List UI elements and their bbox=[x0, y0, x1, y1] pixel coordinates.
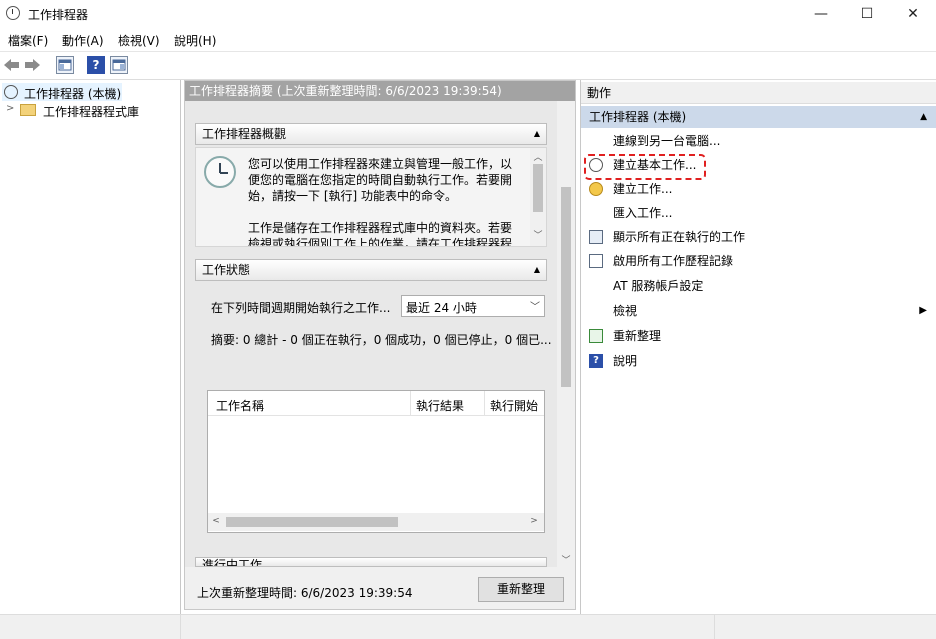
tree-item-task-scheduler-local[interactable]: 工作排程器 (本機) bbox=[2, 83, 122, 101]
menu-view[interactable]: 檢視(V) bbox=[118, 32, 160, 49]
menu-help[interactable]: 說明(H) bbox=[174, 32, 216, 49]
help-icon: ? bbox=[589, 354, 603, 368]
action-display-running-tasks[interactable]: 顯示所有正在執行的工作 bbox=[581, 225, 936, 249]
task-status-table: 工作名稱 執行結果 執行開始 < > bbox=[207, 390, 545, 533]
status-summary: 摘要: 0 總計 - 0 個正在執行，0 個成功，0 個已停止，0 個已... bbox=[211, 333, 552, 347]
table-header: 工作名稱 執行結果 執行開始 bbox=[208, 391, 544, 416]
refresh-button[interactable]: 重新整理 bbox=[478, 577, 564, 602]
overview-scrollbar[interactable]: ︿ ﹀ bbox=[530, 148, 546, 246]
action-view-menu[interactable]: 檢視 ▶ bbox=[581, 299, 936, 323]
overview-line: 始，請按一下 [執行] 功能表中的命令。 bbox=[248, 189, 457, 203]
period-select-value: 最近 24 小時 bbox=[406, 301, 477, 315]
summary-scroll-thumb[interactable] bbox=[561, 187, 571, 387]
status-bar bbox=[0, 614, 936, 639]
column-header-result[interactable]: 執行結果 bbox=[416, 397, 464, 414]
menu-action[interactable]: 動作(A) bbox=[62, 32, 104, 49]
overview-title: 工作排程器概觀 bbox=[202, 127, 287, 141]
summary-footer: 上次重新整理時間: 6/6/2023 19:39:54 重新整理 bbox=[185, 567, 575, 609]
action-at-service-account[interactable]: AT 服務帳戶設定 bbox=[581, 274, 936, 298]
new-task-icon bbox=[589, 182, 603, 196]
actions-group-header[interactable]: 工作排程器 (本機) ▲ bbox=[581, 106, 936, 128]
scroll-right-icon[interactable]: > bbox=[528, 516, 540, 526]
overview-line: 檢視或執行個別工作上的作業，請在工作排程器程 bbox=[248, 237, 513, 247]
status-section-header[interactable]: 工作狀態 ▲ bbox=[195, 259, 547, 281]
running-title: 進行中工作 bbox=[202, 558, 263, 567]
maximize-button[interactable]: ☐ bbox=[844, 0, 890, 28]
action-help[interactable]: ? 說明 bbox=[581, 349, 936, 373]
actions-header: 動作 bbox=[581, 82, 936, 104]
action-import-task[interactable]: 匯入工作... bbox=[581, 201, 936, 225]
action-label: 啟用所有工作歷程記錄 bbox=[613, 254, 734, 268]
period-label: 在下列時間週期開始執行之工作... bbox=[211, 301, 391, 315]
hscroll-thumb[interactable] bbox=[226, 517, 398, 527]
scroll-down-icon[interactable]: ﹀ bbox=[530, 228, 546, 241]
action-label: 匯入工作... bbox=[613, 206, 673, 220]
action-label: 說明 bbox=[613, 354, 638, 368]
close-button[interactable]: ✕ bbox=[890, 0, 936, 28]
summary-pane: 工作排程器摘要 (上次重新整理時間: 6/6/2023 19:39:54) 工作… bbox=[184, 80, 576, 610]
period-select[interactable]: 最近 24 小時 ﹀ bbox=[401, 295, 545, 317]
action-enable-history[interactable]: 啟用所有工作歷程記錄 bbox=[581, 249, 936, 273]
scroll-down-icon[interactable]: ﹀ bbox=[557, 553, 575, 566]
status-title: 工作狀態 bbox=[202, 263, 251, 277]
tree-item-task-library[interactable]: > 工作排程器程式庫 bbox=[6, 102, 176, 120]
action-label: 建立工作... bbox=[613, 182, 673, 196]
menu-bar: 檔案(F) 動作(A) 檢視(V) 說明(H) bbox=[0, 28, 936, 50]
folder-icon bbox=[20, 104, 36, 116]
tree-root-label: 工作排程器 (本機) bbox=[24, 87, 122, 101]
running-section-header[interactable]: 進行中工作 bbox=[195, 557, 547, 567]
scroll-up-icon[interactable]: ︿ bbox=[530, 150, 546, 163]
chevron-down-icon[interactable]: ﹀ bbox=[530, 298, 540, 313]
collapse-caret-icon[interactable]: ▲ bbox=[534, 124, 540, 144]
table-hscrollbar[interactable]: < > bbox=[208, 513, 544, 531]
title-bar: 工作排程器 — ☐ ✕ bbox=[0, 0, 936, 28]
console-tree: 工作排程器 (本機) > 工作排程器程式庫 bbox=[0, 80, 181, 638]
collapse-caret-icon[interactable]: ▲ bbox=[534, 260, 540, 280]
task-scheduler-app-icon bbox=[6, 6, 20, 20]
actions-group-label: 工作排程器 (本機) bbox=[589, 110, 687, 124]
action-label: 重新整理 bbox=[613, 329, 662, 343]
history-icon bbox=[589, 254, 603, 268]
forward-arrow-icon[interactable] bbox=[24, 57, 41, 73]
window-title: 工作排程器 bbox=[28, 8, 89, 22]
column-header-task-name[interactable]: 工作名稱 bbox=[216, 397, 264, 414]
action-refresh[interactable]: 重新整理 bbox=[581, 324, 936, 348]
chevron-right-icon[interactable]: > bbox=[6, 103, 14, 114]
overview-line: 您可以使用工作排程器來建立與管理一般工作，以 bbox=[248, 157, 513, 171]
submenu-arrow-icon: ▶ bbox=[919, 305, 927, 316]
overview-panel: 您可以使用工作排程器來建立與管理一般工作，以 便您的電腦在您指定的時間自動執行工… bbox=[195, 147, 547, 247]
last-refresh-label: 上次重新整理時間: 6/6/2023 19:39:54 bbox=[197, 586, 413, 600]
action-connect-computer[interactable]: 連線到另一台電腦... bbox=[581, 129, 936, 153]
help-icon[interactable]: ? bbox=[87, 56, 105, 74]
action-label: AT 服務帳戶設定 bbox=[613, 279, 704, 293]
column-header-start[interactable]: 執行開始 bbox=[490, 397, 538, 414]
menu-file[interactable]: 檔案(F) bbox=[8, 32, 48, 49]
clock-large-icon bbox=[204, 156, 236, 188]
summary-header: 工作排程器摘要 (上次重新整理時間: 6/6/2023 19:39:54) bbox=[185, 81, 575, 101]
highlight-annotation bbox=[584, 154, 706, 180]
scroll-thumb[interactable] bbox=[533, 164, 543, 212]
show-hide-action-pane-icon[interactable] bbox=[110, 56, 128, 74]
clock-icon bbox=[4, 85, 18, 99]
summary-scrollbar[interactable]: ﹀ bbox=[557, 101, 575, 567]
scroll-left-icon[interactable]: < bbox=[210, 516, 222, 526]
refresh-icon bbox=[589, 329, 603, 343]
overview-text: 您可以使用工作排程器來建立與管理一般工作，以 便您的電腦在您指定的時間自動執行工… bbox=[248, 156, 528, 247]
toolbar: ? bbox=[0, 51, 936, 80]
minimize-button[interactable]: — bbox=[798, 0, 844, 28]
overview-line: 工作是儲存在工作排程器程式庫中的資料夾。若要 bbox=[248, 221, 513, 235]
tree-child-label: 工作排程器程式庫 bbox=[43, 105, 140, 119]
running-tasks-icon bbox=[589, 230, 603, 244]
overview-section-header[interactable]: 工作排程器概觀 ▲ bbox=[195, 123, 547, 145]
action-label: 檢視 bbox=[613, 304, 638, 318]
action-label: 連線到另一台電腦... bbox=[613, 134, 721, 148]
action-create-task[interactable]: 建立工作... bbox=[581, 177, 936, 201]
back-arrow-icon[interactable] bbox=[3, 57, 20, 73]
show-hide-console-tree-icon[interactable] bbox=[56, 56, 74, 74]
collapse-caret-icon[interactable]: ▲ bbox=[920, 106, 927, 128]
overview-line: 便您的電腦在您指定的時間自動執行工作。若要開 bbox=[248, 173, 513, 187]
action-label: 顯示所有正在執行的工作 bbox=[613, 230, 746, 244]
